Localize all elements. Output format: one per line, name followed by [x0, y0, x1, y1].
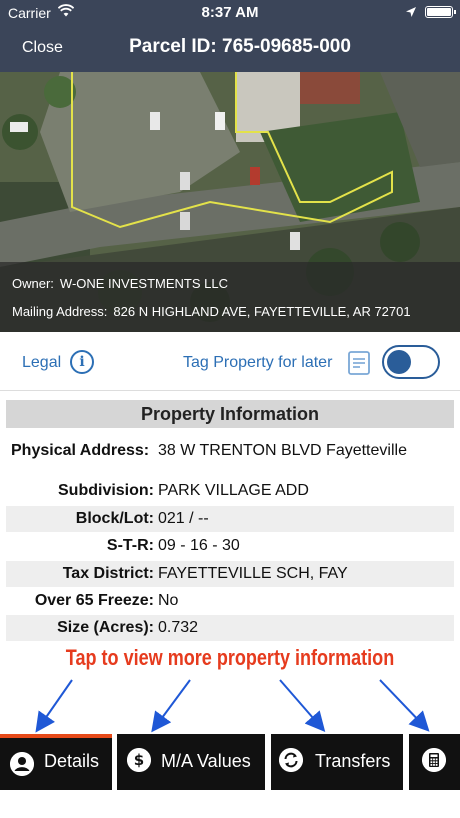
navigation-bar: Close Parcel ID: 765-09685-000 — [0, 26, 460, 72]
clock: 8:37 AM — [201, 4, 259, 21]
property-info-row: S-T-R: 09 - 16 - 30 — [6, 533, 454, 559]
hint-arrows — [35, 679, 430, 733]
arrow-to-ma-values — [151, 679, 191, 733]
mailing-address-row: Mailing Address: 826 N HIGHLAND AVE, FAYE… — [12, 304, 411, 319]
property-info-value: FAYETTEVILLE SCH, FAY — [158, 565, 348, 582]
refresh-icon — [279, 748, 303, 772]
location-arrow-icon — [406, 7, 416, 17]
property-info-value: 38 W TRENTON BLVD Fayetteville — [158, 442, 407, 459]
hint-text: Tap to view more property information — [65, 645, 395, 670]
property-actions-row: Legal i Tag Property for later — [0, 332, 460, 391]
owner-value: W-ONE INVESTMENTS LLC — [59, 276, 228, 291]
property-info-key: Physical Address: — [11, 442, 150, 459]
property-info-key: S-T-R: — [106, 537, 154, 554]
close-button[interactable]: Close — [22, 39, 63, 57]
property-info-key: Size (Acres): — [57, 619, 154, 636]
battery-icon — [425, 6, 456, 18]
tab-ma-values-label: M/A Values — [161, 751, 251, 771]
dollar-icon: $ — [127, 748, 151, 772]
svg-text:$: $ — [134, 751, 144, 769]
owner-row: Owner: W-ONE INVESTMENTS LLC — [12, 276, 228, 291]
tag-property-label: Tag Property for later — [183, 354, 333, 371]
property-info-row: Physical Address: 38 W TRENTON BLVD Fayet… — [6, 438, 454, 468]
owner-info-overlay: Owner: W-ONE INVESTMENTS LLC Mailing Addr… — [0, 262, 460, 332]
arrow-to-details — [35, 679, 73, 733]
bottom-tab-bar: Details $ M/A Values Transfers — [0, 734, 460, 790]
property-info-row: Over 65 Freeze: No — [6, 588, 454, 614]
info-icon[interactable]: i — [70, 350, 94, 374]
note-icon[interactable] — [348, 351, 370, 375]
tab-ma-values[interactable]: $ M/A Values — [117, 734, 265, 790]
arrow-to-calculator — [379, 679, 430, 732]
property-info-value: 021 / -- — [158, 510, 209, 527]
person-icon — [10, 752, 34, 776]
legal-link[interactable]: Legal — [22, 354, 61, 372]
property-info-row: Tax District: FAYETTEVILLE SCH, FAY — [6, 561, 454, 587]
property-info-row: Subdivision: PARK VILLAGE ADD — [6, 478, 454, 504]
tag-property-toggle[interactable] — [382, 345, 440, 379]
property-info-key: Block/Lot: — [75, 510, 154, 527]
property-info-key: Subdivision: — [58, 482, 154, 499]
mailing-address-label: Mailing Address: — [12, 304, 108, 319]
property-info-title: Property Information — [6, 400, 454, 428]
property-info-value: PARK VILLAGE ADD — [158, 482, 309, 499]
property-info-row: Size (Acres): 0.732 — [6, 615, 454, 641]
toggle-knob — [387, 350, 411, 374]
tab-details[interactable]: Details — [0, 734, 112, 790]
property-info-value: No — [158, 592, 179, 609]
property-info-value: 09 - 16 - 30 — [158, 537, 240, 554]
property-info-key: Tax District: — [62, 565, 154, 582]
mailing-address-value: 826 N HIGHLAND AVE, FAYETTEVILLE, AR 727… — [113, 304, 411, 319]
owner-label: Owner: — [12, 276, 54, 291]
property-info-key: Over 65 Freeze: — [34, 592, 154, 609]
tab-transfers[interactable]: Transfers — [271, 734, 403, 790]
calculator-icon — [422, 748, 446, 772]
property-info-row: Block/Lot: 021 / -- — [6, 506, 454, 532]
tab-calculator[interactable] — [409, 734, 460, 790]
tab-details-label: Details — [44, 751, 100, 771]
property-info-value: 0.732 — [158, 619, 199, 636]
page-title: Parcel ID: 765-09685-000 — [129, 36, 351, 57]
status-bar: Carrier 8:37 AM — [0, 0, 460, 26]
tab-transfers-label: Transfers — [315, 751, 391, 771]
arrow-to-transfers — [279, 679, 326, 733]
